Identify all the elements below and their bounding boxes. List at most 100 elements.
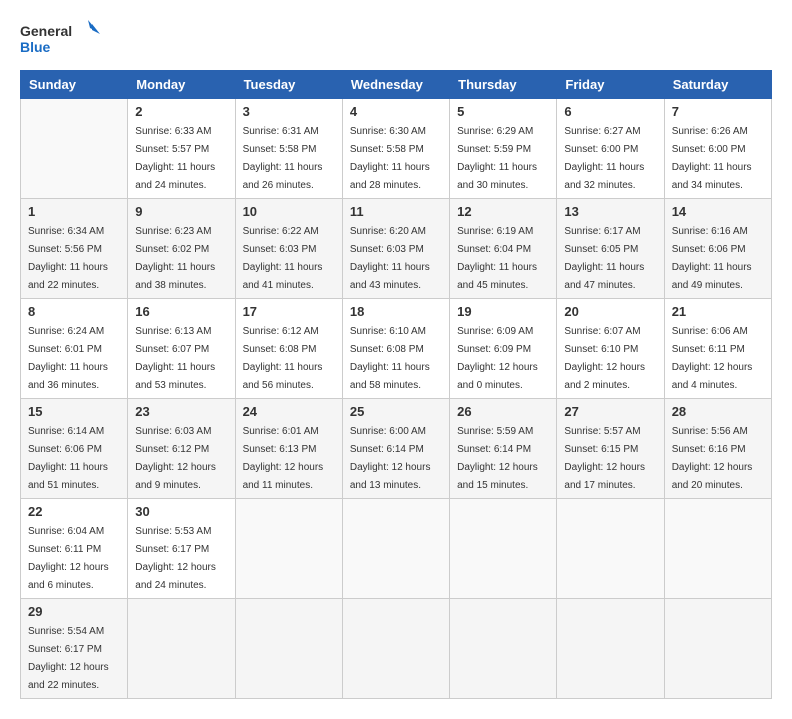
day-detail: Sunrise: 6:07 AMSunset: 6:10 PMDaylight:… — [564, 326, 645, 391]
day-detail: Sunrise: 6:16 AMSunset: 6:06 PMDaylight:… — [672, 226, 752, 291]
calendar-cell: 17 Sunrise: 6:12 AMSunset: 6:08 PMDayligh… — [235, 299, 342, 399]
col-thursday: Thursday — [450, 71, 557, 99]
day-number: 8 — [28, 304, 120, 319]
calendar-cell: 15 Sunrise: 6:14 AMSunset: 6:06 PMDayligh… — [21, 399, 128, 499]
calendar-cell: 21 Sunrise: 6:06 AMSunset: 6:11 PMDayligh… — [664, 299, 771, 399]
day-detail: Sunrise: 6:19 AMSunset: 6:04 PMDaylight:… — [457, 226, 537, 291]
day-detail: Sunrise: 6:06 AMSunset: 6:11 PMDaylight:… — [672, 326, 753, 391]
day-number: 9 — [135, 204, 227, 219]
day-detail: Sunrise: 5:59 AMSunset: 6:14 PMDaylight:… — [457, 426, 538, 491]
calendar-cell: 12 Sunrise: 6:19 AMSunset: 6:04 PMDayligh… — [450, 199, 557, 299]
day-number: 14 — [672, 204, 764, 219]
calendar-cell: 6 Sunrise: 6:27 AMSunset: 6:00 PMDaylight… — [557, 99, 664, 199]
calendar-cell: 8 Sunrise: 6:24 AMSunset: 6:01 PMDaylight… — [21, 299, 128, 399]
calendar-cell: 14 Sunrise: 6:16 AMSunset: 6:06 PMDayligh… — [664, 199, 771, 299]
day-number: 6 — [564, 104, 656, 119]
svg-text:Blue: Blue — [20, 39, 51, 55]
day-number: 17 — [243, 304, 335, 319]
day-number: 3 — [243, 104, 335, 119]
calendar-cell: 10Sunrise: 6:22 AMSunset: 6:03 PMDayligh… — [235, 199, 342, 299]
day-detail: Sunrise: 6:30 AMSunset: 5:58 PMDaylight:… — [350, 126, 430, 191]
calendar-cell: 30 Sunrise: 5:53 AMSunset: 6:17 PMDayligh… — [128, 499, 235, 599]
calendar-cell: 18Sunrise: 6:10 AMSunset: 6:08 PMDayligh… — [342, 299, 449, 399]
day-number: 30 — [135, 504, 227, 519]
calendar-cell: 23Sunrise: 6:03 AMSunset: 6:12 PMDayligh… — [128, 399, 235, 499]
calendar-cell: 5Sunrise: 6:29 AMSunset: 5:59 PMDaylight… — [450, 99, 557, 199]
day-detail: Sunrise: 5:57 AMSunset: 6:15 PMDaylight:… — [564, 426, 645, 491]
day-number: 23 — [135, 404, 227, 419]
day-detail: Sunrise: 5:54 AMSunset: 6:17 PMDaylight:… — [28, 626, 109, 691]
day-number: 15 — [28, 404, 120, 419]
day-detail: Sunrise: 6:10 AMSunset: 6:08 PMDaylight:… — [350, 326, 430, 391]
calendar-cell — [557, 499, 664, 599]
calendar-cell: 7 Sunrise: 6:26 AMSunset: 6:00 PMDaylight… — [664, 99, 771, 199]
day-number: 24 — [243, 404, 335, 419]
calendar-row: 1Sunrise: 6:34 AMSunset: 5:56 PMDaylight… — [21, 199, 772, 299]
day-detail: Sunrise: 6:14 AMSunset: 6:06 PMDaylight:… — [28, 426, 108, 491]
calendar-row: 8 Sunrise: 6:24 AMSunset: 6:01 PMDaylight… — [21, 299, 772, 399]
day-number: 19 — [457, 304, 549, 319]
calendar-cell — [664, 599, 771, 699]
day-detail: Sunrise: 6:01 AMSunset: 6:13 PMDaylight:… — [243, 426, 324, 491]
day-detail: Sunrise: 6:22 AMSunset: 6:03 PMDaylight:… — [243, 226, 323, 291]
col-monday: Monday — [128, 71, 235, 99]
day-number: 5 — [457, 104, 549, 119]
calendar-cell: 27Sunrise: 5:57 AMSunset: 6:15 PMDayligh… — [557, 399, 664, 499]
day-detail: Sunrise: 6:27 AMSunset: 6:00 PMDaylight:… — [564, 126, 644, 191]
calendar-cell: 11 Sunrise: 6:20 AMSunset: 6:03 PMDayligh… — [342, 199, 449, 299]
calendar-cell: 22Sunrise: 6:04 AMSunset: 6:11 PMDayligh… — [21, 499, 128, 599]
col-tuesday: Tuesday — [235, 71, 342, 99]
day-number: 12 — [457, 204, 549, 219]
calendar-cell: 4 Sunrise: 6:30 AMSunset: 5:58 PMDaylight… — [342, 99, 449, 199]
calendar-cell — [342, 599, 449, 699]
day-detail: Sunrise: 6:13 AMSunset: 6:07 PMDaylight:… — [135, 326, 215, 391]
calendar-cell — [21, 99, 128, 199]
col-saturday: Saturday — [664, 71, 771, 99]
day-number: 25 — [350, 404, 442, 419]
calendar-row: 29Sunrise: 5:54 AMSunset: 6:17 PMDayligh… — [21, 599, 772, 699]
day-number: 11 — [350, 204, 442, 219]
calendar-cell: 25 Sunrise: 6:00 AMSunset: 6:14 PMDayligh… — [342, 399, 449, 499]
header-row: Sunday Monday Tuesday Wednesday Thursday… — [21, 71, 772, 99]
day-number: 26 — [457, 404, 549, 419]
day-detail: Sunrise: 6:31 AMSunset: 5:58 PMDaylight:… — [243, 126, 323, 191]
logo-svg: General Blue — [20, 20, 100, 60]
day-detail: Sunrise: 6:20 AMSunset: 6:03 PMDaylight:… — [350, 226, 430, 291]
calendar-cell: 1Sunrise: 6:34 AMSunset: 5:56 PMDaylight… — [21, 199, 128, 299]
day-number: 7 — [672, 104, 764, 119]
day-number: 13 — [564, 204, 656, 219]
day-detail: Sunrise: 6:26 AMSunset: 6:00 PMDaylight:… — [672, 126, 752, 191]
calendar-cell — [128, 599, 235, 699]
col-friday: Friday — [557, 71, 664, 99]
calendar-cell — [450, 499, 557, 599]
day-detail: Sunrise: 5:56 AMSunset: 6:16 PMDaylight:… — [672, 426, 753, 491]
calendar-cell: 2 Sunrise: 6:33 AMSunset: 5:57 PMDaylight… — [128, 99, 235, 199]
calendar-cell: 20Sunrise: 6:07 AMSunset: 6:10 PMDayligh… — [557, 299, 664, 399]
calendar-table: Sunday Monday Tuesday Wednesday Thursday… — [20, 70, 772, 699]
calendar-cell — [342, 499, 449, 599]
day-detail: Sunrise: 6:00 AMSunset: 6:14 PMDaylight:… — [350, 426, 431, 491]
calendar-row: 15 Sunrise: 6:14 AMSunset: 6:06 PMDayligh… — [21, 399, 772, 499]
day-number: 21 — [672, 304, 764, 319]
calendar-cell: 29Sunrise: 5:54 AMSunset: 6:17 PMDayligh… — [21, 599, 128, 699]
calendar-cell — [235, 499, 342, 599]
col-wednesday: Wednesday — [342, 71, 449, 99]
calendar-cell: 13 Sunrise: 6:17 AMSunset: 6:05 PMDayligh… — [557, 199, 664, 299]
day-detail: Sunrise: 6:23 AMSunset: 6:02 PMDaylight:… — [135, 226, 215, 291]
day-detail: Sunrise: 6:33 AMSunset: 5:57 PMDaylight:… — [135, 126, 215, 191]
calendar-cell: 24 Sunrise: 6:01 AMSunset: 6:13 PMDayligh… — [235, 399, 342, 499]
calendar-cell: 9 Sunrise: 6:23 AMSunset: 6:02 PMDaylight… — [128, 199, 235, 299]
svg-text:General: General — [20, 23, 72, 39]
day-number: 16 — [135, 304, 227, 319]
day-detail: Sunrise: 6:12 AMSunset: 6:08 PMDaylight:… — [243, 326, 323, 391]
page-header: General Blue — [20, 20, 772, 60]
logo: General Blue — [20, 20, 100, 60]
calendar-cell: 28Sunrise: 5:56 AMSunset: 6:16 PMDayligh… — [664, 399, 771, 499]
day-detail: Sunrise: 6:17 AMSunset: 6:05 PMDaylight:… — [564, 226, 644, 291]
calendar-cell — [664, 499, 771, 599]
day-number: 4 — [350, 104, 442, 119]
calendar-cell: 19Sunrise: 6:09 AMSunset: 6:09 PMDayligh… — [450, 299, 557, 399]
day-number: 2 — [135, 104, 227, 119]
day-detail: Sunrise: 5:53 AMSunset: 6:17 PMDaylight:… — [135, 526, 216, 591]
day-detail: Sunrise: 6:24 AMSunset: 6:01 PMDaylight:… — [28, 326, 108, 391]
